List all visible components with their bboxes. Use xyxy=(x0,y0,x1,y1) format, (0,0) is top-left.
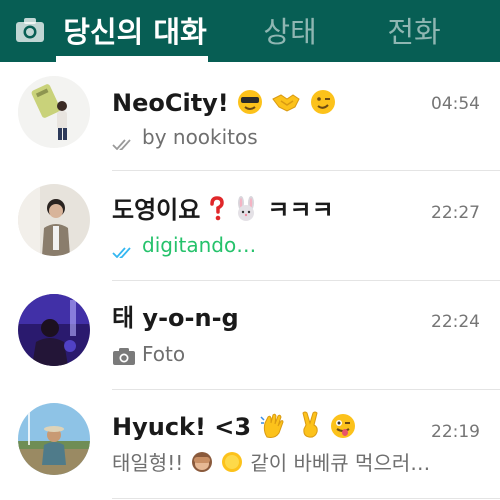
tab-chats[interactable]: 당신의 대화 xyxy=(60,10,210,54)
chat-time: 04:54 xyxy=(431,94,480,114)
typing-indicator-text: digitando… xyxy=(142,233,257,257)
red-question-mark-icon xyxy=(209,196,225,229)
chat-preview: Foto xyxy=(112,341,472,367)
smiling-face-with-sunglasses-icon xyxy=(237,89,263,122)
waving-hand-icon xyxy=(259,411,289,446)
read-check-icon xyxy=(112,240,136,258)
winking-face-icon xyxy=(310,89,336,122)
chat-preview: 태일형!! 같이 바베큐 먹으러… xyxy=(112,450,472,476)
camera-icon[interactable] xyxy=(14,14,46,46)
chat-name-text: Hyuck! <3 xyxy=(112,413,252,441)
chat-time: 22:24 xyxy=(431,312,480,332)
app-header: 당신의 대화 상태 전화 xyxy=(0,0,500,62)
chat-preview-prefix: 태일형!! xyxy=(112,451,184,475)
avatar[interactable] xyxy=(18,294,90,366)
chat-preview: digitando… xyxy=(112,232,472,258)
avatar[interactable] xyxy=(18,403,90,475)
chat-name-suffix: ㅋㅋㅋ xyxy=(267,196,334,224)
tab-calls[interactable]: 전화 xyxy=(378,10,450,54)
avatar[interactable] xyxy=(18,184,90,256)
chat-time: 22:27 xyxy=(431,203,480,223)
tab-status[interactable]: 상태 xyxy=(255,10,325,54)
camera-icon xyxy=(112,346,136,366)
double-check-icon xyxy=(112,132,136,150)
chat-name: Hyuck! <3 xyxy=(112,411,356,441)
chat-name: NeoCity! xyxy=(112,88,336,118)
chat-name-text: 도영이요 xyxy=(112,196,201,224)
winking-face-with-tongue-icon xyxy=(330,413,356,446)
chat-name: 도영이요 ㅋㅋㅋ xyxy=(112,195,334,225)
chat-name-text: NeoCity! xyxy=(112,89,229,117)
see-no-evil-monkey-icon xyxy=(190,450,214,476)
chat-preview: by nookitos xyxy=(112,124,472,150)
handshake-icon xyxy=(271,89,301,122)
sun-icon xyxy=(220,450,244,476)
chat-preview-text: Foto xyxy=(142,342,186,366)
chat-preview-text: 같이 바베큐 먹으러… xyxy=(250,451,431,475)
chat-row-hyuck[interactable]: Hyuck! <3 22:19 태일형!! 같이 바베큐 먹으러… xyxy=(0,390,500,499)
rabbit-face-icon xyxy=(233,196,259,229)
chat-name: 태 y-o-n-g xyxy=(112,304,239,332)
chat-time: 22:19 xyxy=(431,422,480,442)
divider xyxy=(112,498,500,499)
chat-row-taeyong[interactable]: 태 y-o-n-g 22:24 Foto xyxy=(0,281,500,390)
avatar[interactable] xyxy=(18,76,90,148)
victory-hand-icon xyxy=(298,411,322,446)
chat-row-doyoung[interactable]: 도영이요 ㅋㅋㅋ 22:27 digitando… xyxy=(0,171,500,281)
chat-row-neocity[interactable]: NeoCity! 04:54 by nookitos xyxy=(0,62,500,171)
chat-preview-text: by nookitos xyxy=(142,125,258,149)
chat-list: NeoCity! 04:54 by nookitos 도영이요 ㅋㅋㅋ 22:2… xyxy=(0,62,500,500)
